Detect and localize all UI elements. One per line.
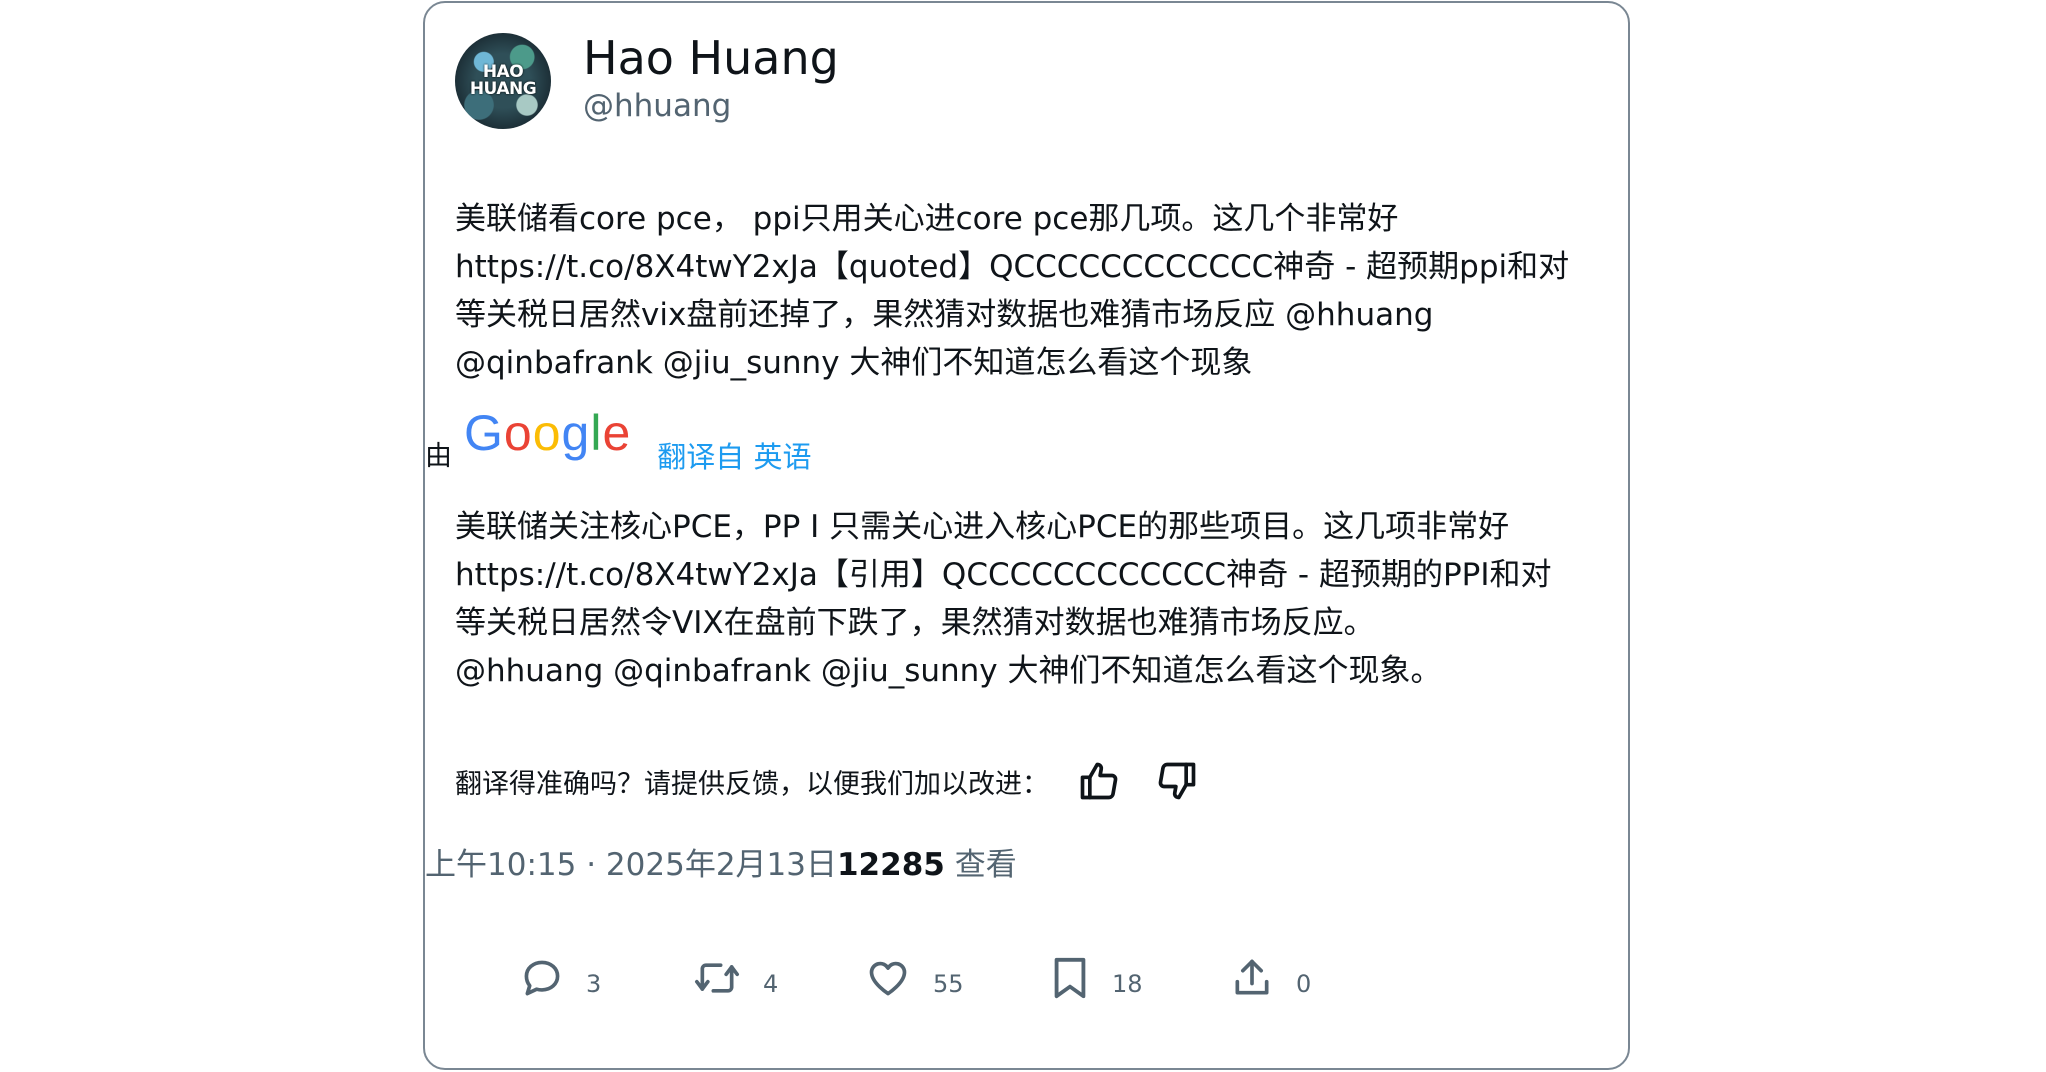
translated-line: https://t.co/8X4twY2xJa【引用】QCCCCCCCCCCCC… — [455, 557, 1552, 593]
tweet-line: 美联储看core pce， ppi只用关心进core pce那几项。这几个非常好 — [455, 201, 1399, 237]
bookmark-button[interactable]: 18 — [1050, 948, 1143, 1008]
thumbs-up-icon — [1080, 762, 1118, 800]
tweet-line: https://t.co/8X4twY2xJa【quoted】QCCCCCCCC… — [455, 249, 1570, 285]
translated-line: 等关税日居然令VIX在盘前下跌了，果然猜对数据也难猜市场反应。 — [455, 605, 1375, 641]
bookmark-count: 18 — [1112, 970, 1143, 998]
share-icon — [1235, 959, 1269, 995]
author-names: Hao Huang @hhuang — [583, 30, 839, 126]
tweet-line: @qinbafrank @jiu_sunny 大神们不知道怎么看这个现象 — [455, 345, 1253, 381]
like-button[interactable]: 55 — [865, 948, 964, 1008]
thumbs-down-button[interactable] — [1149, 753, 1205, 809]
tweet-line: 等关税日居然vix盘前还掉了，果然猜对数据也难猜市场反应 @hhuang — [455, 297, 1434, 333]
retweet-count: 4 — [763, 970, 779, 998]
translated-from-link[interactable]: 翻译自 英语 — [657, 439, 811, 475]
heart-icon — [869, 961, 907, 996]
retweet-icon — [694, 963, 739, 993]
views-count: 12285 — [836, 847, 945, 883]
translation-feedback: 翻译得准确吗？请提供反馈，以便我们加以改进： — [455, 753, 1205, 809]
translated-line: @hhuang @qinbafrank @jiu_sunny 大神们不知道怎么看… — [455, 653, 1442, 689]
author-handle[interactable]: @hhuang — [583, 86, 839, 126]
feedback-prompt: 翻译得准确吗？请提供反馈，以便我们加以改进： — [455, 768, 1049, 800]
views-label: 查看 — [954, 847, 1017, 883]
author-display-name[interactable]: Hao Huang — [583, 30, 839, 86]
tweet-header: HAO HUANG Hao Huang @hhuang — [455, 30, 839, 129]
tweet-time[interactable]: 上午10:15 — [425, 847, 576, 883]
tweet-body: 美联储看core pce， ppi只用关心进core pce那几项。这几个非常好… — [455, 195, 1615, 387]
translated-line: 美联储关注核心PCE，PP I 只需关心进入核心PCE的那些项目。这几项非常好 — [455, 509, 1510, 545]
retweet-button[interactable]: 4 — [693, 948, 778, 1008]
reply-button[interactable]: 3 — [520, 948, 601, 1008]
translated-body: 美联储关注核心PCE，PP I 只需关心进入核心PCE的那些项目。这几项非常好 … — [455, 503, 1615, 695]
thumbs-down-icon — [1158, 762, 1196, 800]
bookmark-icon — [1054, 957, 1086, 999]
avatar-text-line2: HUANG — [469, 79, 537, 99]
tweet-date[interactable]: 2025年2月13日 — [606, 847, 837, 883]
share-button[interactable]: 0 — [1230, 948, 1311, 1008]
like-count: 55 — [933, 970, 964, 998]
google-logo: Google — [464, 405, 632, 461]
translation-attribution: 由 Google 翻译自 英语 — [425, 403, 811, 475]
translated-by-label: 由 — [425, 441, 452, 472]
tweet-meta: 上午10:15 · 2025年2月13日12285 查看 — [425, 841, 1017, 889]
share-count: 0 — [1296, 970, 1312, 998]
reply-count: 3 — [586, 970, 602, 998]
tweet-card: HAO HUANG Hao Huang @hhuang 美联储看core pce… — [423, 1, 1630, 1070]
meta-separator: · — [586, 847, 597, 883]
reply-bubble-icon — [524, 960, 560, 996]
avatar[interactable]: HAO HUANG — [455, 33, 551, 129]
thumbs-up-button[interactable] — [1071, 753, 1127, 809]
tweet-actions: 3 4 55 18 0 — [425, 948, 1632, 1008]
